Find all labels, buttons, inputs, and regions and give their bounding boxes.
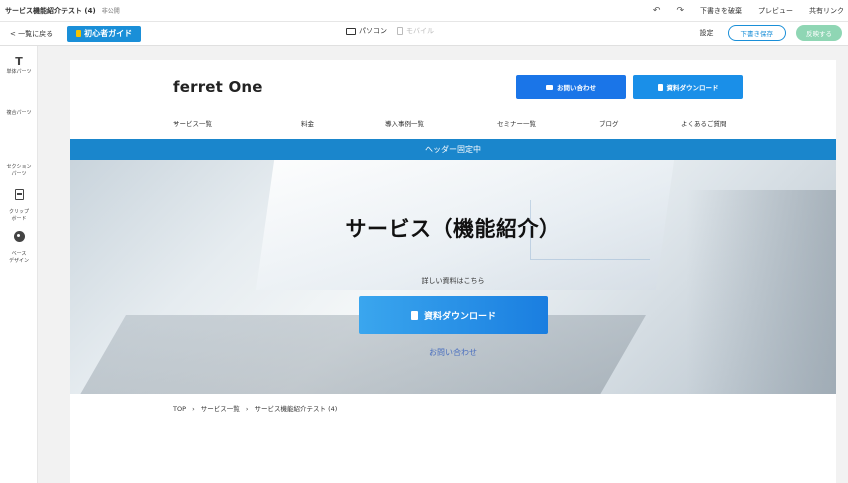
sidebar-item-base-design[interactable]: ベース デザイン [0,224,38,265]
nav-item-faq[interactable]: よくあるご質問 [681,118,727,128]
mobile-label: モバイル [406,27,434,35]
save-draft-button[interactable]: 下書き保存 [727,25,786,41]
guide-label: 初心者ガイド [84,29,133,38]
breadcrumb-separator: › [245,405,249,413]
text-icon: T [15,55,23,68]
breadcrumb-services[interactable]: サービス一覧 [201,405,240,413]
chevron-down-icon: ⌄ [173,118,179,126]
hero-contact-link[interactable]: お問い合わせ [70,347,836,358]
undo-icon[interactable]: ↶ [653,6,661,16]
settings-button[interactable]: 設定 [700,28,714,38]
editor-toolbar: < 一覧に戻る 初心者ガイド パソコン モバイル 設定 下書き保存 反映する [0,22,848,46]
nav-item-seminars[interactable]: セミナー一覧 [497,118,536,128]
pc-view-button[interactable]: パソコン [346,26,387,36]
download-button[interactable]: 資料ダウンロード [633,75,743,99]
palette-icon [13,231,25,242]
parts-sidebar: T 単体パーツ 複合パーツ セクション パーツ クリップ ボード ベース デザイ… [0,46,38,483]
phone-icon [397,27,403,35]
hero-title: サービス（機能紹介） [345,217,561,241]
share-link-button[interactable]: 共有リンク [809,6,844,16]
site-nav: サービス一覧 ⌄ 料金 導入事例一覧 ⌄ セミナー一覧 ブログ よくあるご質問 [173,118,727,128]
breadcrumb-separator: › [192,405,195,413]
header-fixed-indicator: ヘッダー固定中 [70,139,836,160]
breadcrumb-current: サービス機能紹介テスト (4) [254,405,338,413]
clipboard-icon [14,189,24,200]
grid-icon [14,98,24,108]
sidebar-item-label: ベース デザイン [8,251,29,264]
contact-button-label: お問い合わせ [557,84,596,92]
document-icon [657,83,663,91]
guide-icon [76,30,82,37]
visibility-status: 非公開 [101,8,120,15]
monitor-icon [346,27,356,35]
sidebar-item-label: 複合パーツ [6,110,32,116]
nav-item-blog[interactable]: ブログ [599,118,619,128]
sidebar-item-clipboard[interactable]: クリップ ボード [0,182,38,223]
download-button-label: 資料ダウンロード [666,84,719,92]
contact-button[interactable]: お問い合わせ [516,75,626,99]
sidebar-item-single-parts[interactable]: T 単体パーツ [0,56,38,76]
preview-button[interactable]: プレビュー [758,6,793,16]
nav-item-pricing[interactable]: 料金 [301,118,314,128]
sidebar-item-label: 単体パーツ [6,69,32,75]
device-switcher: パソコン モバイル [346,26,434,36]
redo-icon[interactable]: ↷ [676,6,684,16]
back-to-list-button[interactable]: < 一覧に戻る [10,29,53,39]
discard-draft-button[interactable]: 下書きを破棄 [700,6,742,16]
hero-button-label: 資料ダウンロード [423,311,496,322]
hero-section[interactable]: サービス（機能紹介） 詳しい資料はこちら 資料ダウンロード お問い合わせ [70,160,836,394]
site-header[interactable]: ferret One お問い合わせ 資料ダウンロード サービス一覧 ⌄ 料金 導… [70,60,836,139]
toolbar-actions: 設定 下書き保存 反映する [700,25,842,41]
sidebar-item-composite-parts[interactable]: 複合パーツ [0,98,38,117]
sidebar-item-label: セクション パーツ [6,164,32,177]
mail-icon [546,84,553,90]
breadcrumb-top[interactable]: TOP [173,405,186,413]
beginner-guide-button[interactable]: 初心者ガイド [67,25,142,42]
chevron-down-icon: ⌄ [385,118,391,126]
site-logo: ferret One [173,78,263,96]
sidebar-item-section-parts[interactable]: セクション パーツ [0,138,38,178]
mobile-view-button[interactable]: モバイル [397,26,434,36]
pc-label: パソコン [359,27,387,35]
hero-subtitle: 詳しい資料はこちら [421,277,485,285]
breadcrumb: TOP › サービス一覧 › サービス機能紹介テスト (4) [173,403,341,413]
page-title: サービス機能紹介テスト (4) [5,6,96,15]
page-preview[interactable]: ferret One お問い合わせ 資料ダウンロード サービス一覧 ⌄ 料金 導… [70,60,836,483]
publish-button[interactable]: 反映する [796,25,842,41]
editor-canvas: ferret One お問い合わせ 資料ダウンロード サービス一覧 ⌄ 料金 導… [38,46,848,483]
top-bar: サービス機能紹介テスト (4) 非公開 ↶ ↷ 下書きを破棄 プレビュー 共有リ… [0,0,848,22]
document-icon [410,310,418,320]
hero-download-button[interactable]: 資料ダウンロード [359,296,548,334]
top-actions: ↶ ↷ 下書きを破棄 プレビュー 共有リンク [653,0,848,22]
sidebar-item-label: クリップ ボード [8,209,29,222]
section-icon [14,145,24,155]
